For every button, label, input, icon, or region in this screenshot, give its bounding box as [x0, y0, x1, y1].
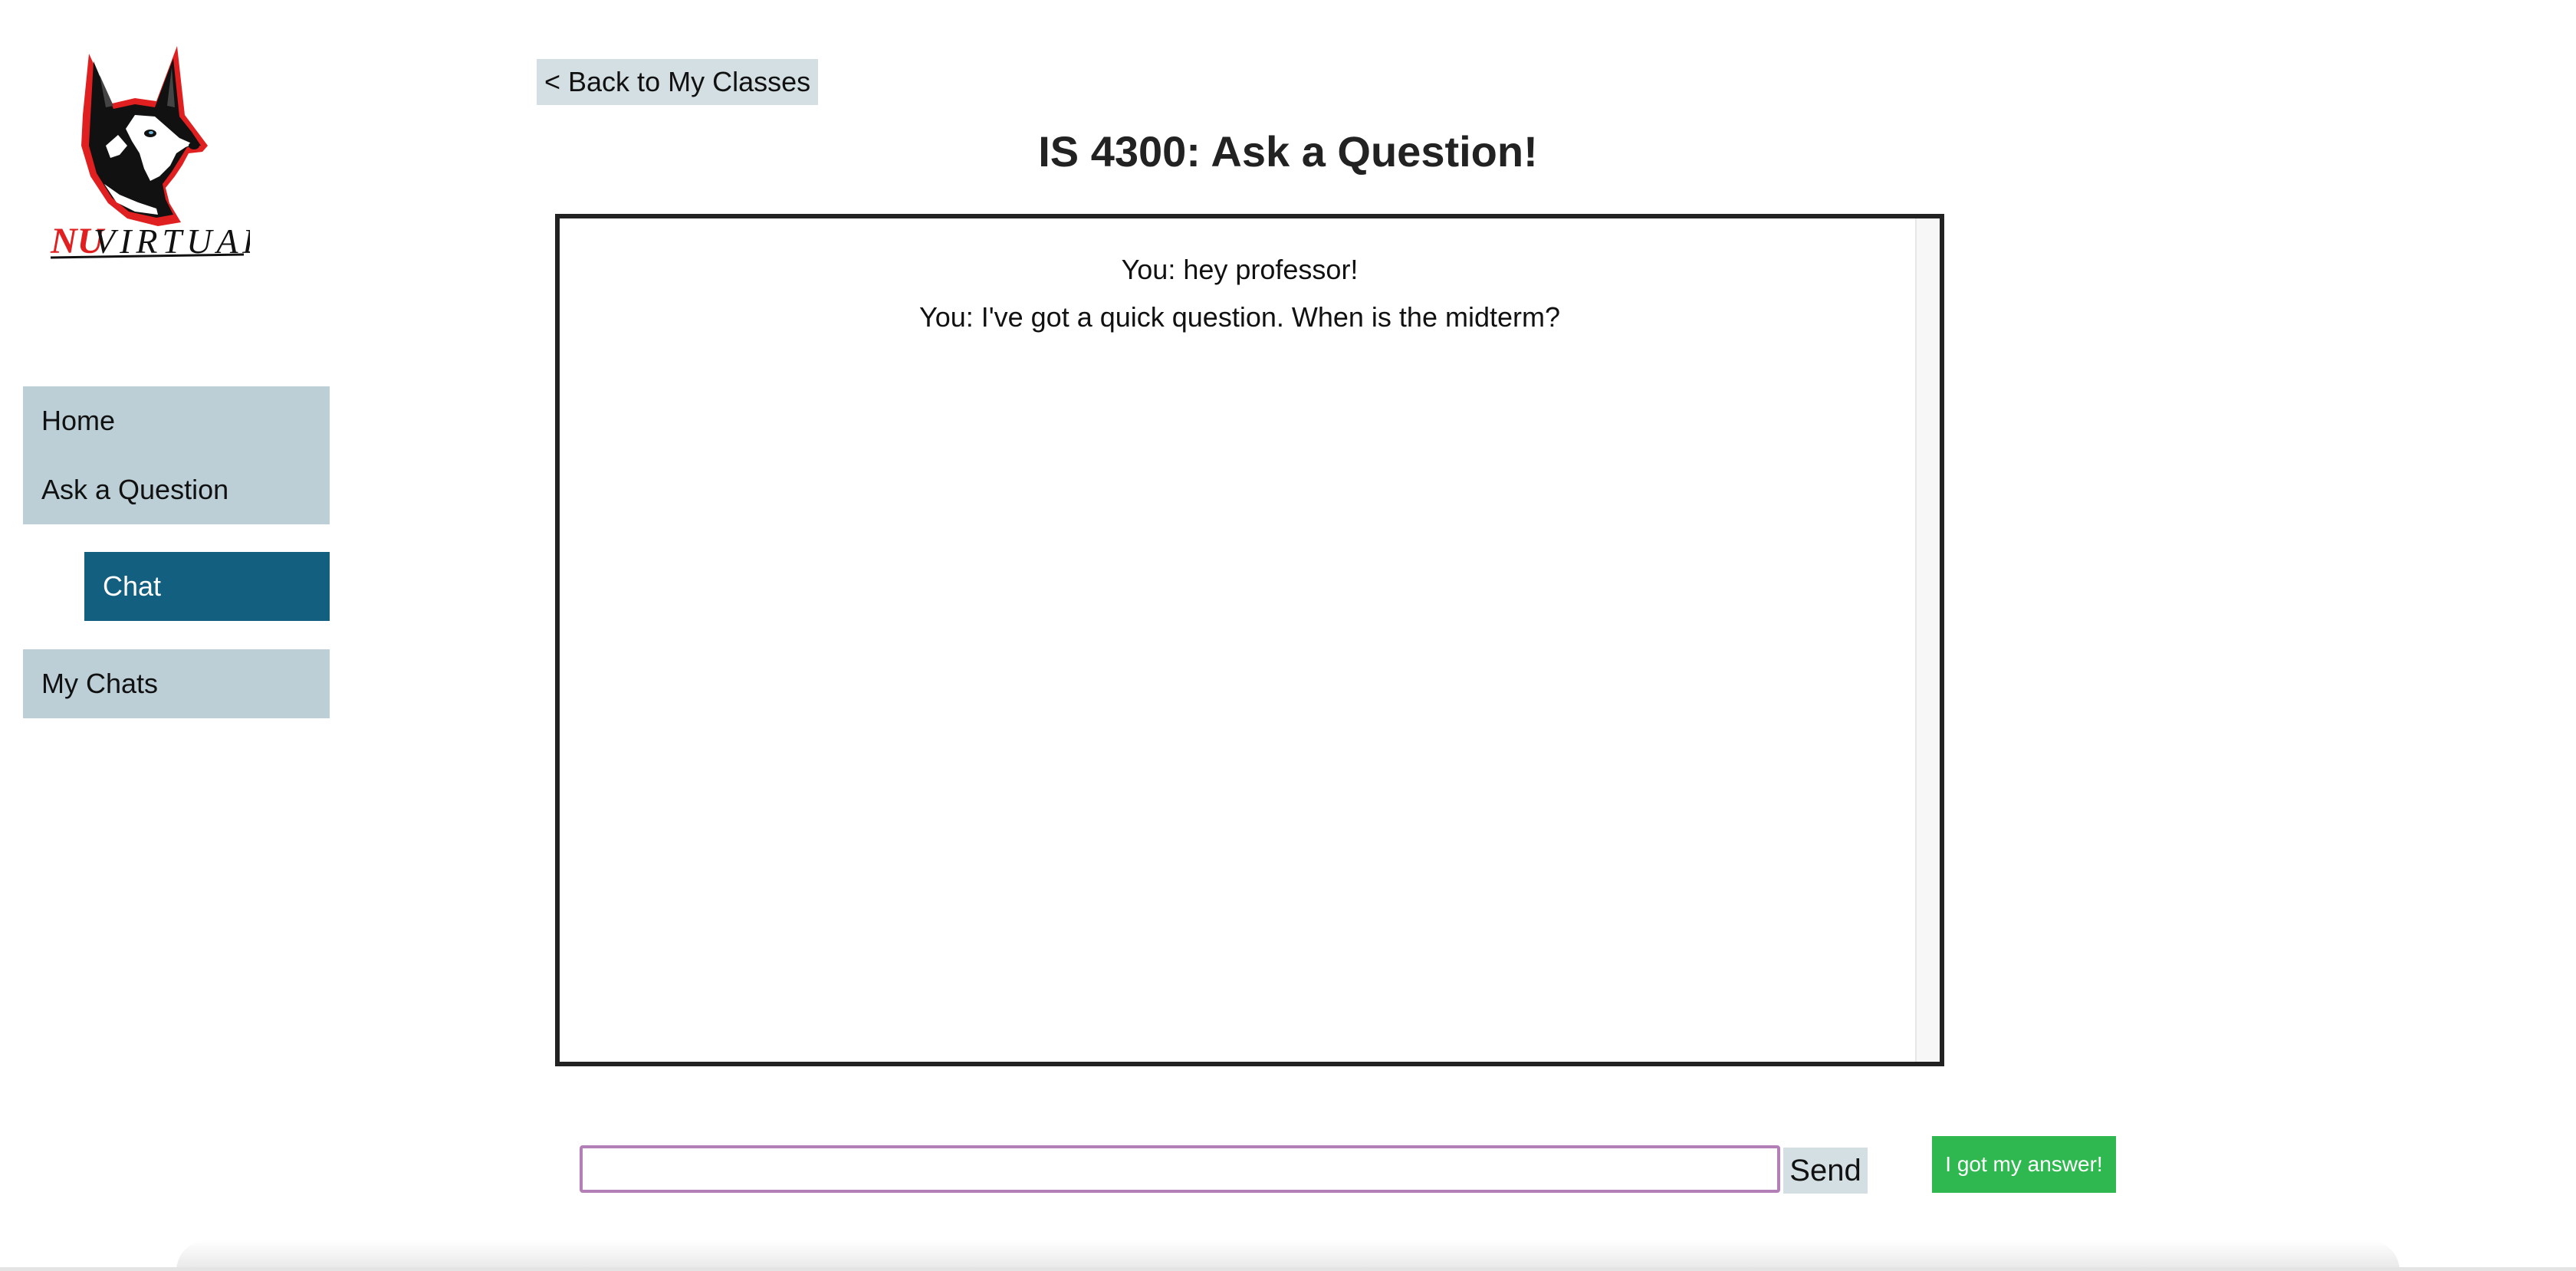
sidebar-item-my-chats[interactable]: My Chats: [23, 649, 330, 718]
sidebar-group-chats: My Chats: [23, 649, 330, 718]
chat-message: You: I've got a quick question. When is …: [919, 301, 1560, 333]
chat-scrollbar[interactable]: [1915, 218, 1940, 1062]
chat-message-list: You: hey professor! You: I've got a quic…: [560, 218, 1920, 1062]
page-bottom-edge: [0, 1267, 2576, 1271]
send-button[interactable]: Send: [1783, 1148, 1868, 1194]
app-page: NU VIRTUAL Home Ask a Question Chat My C…: [0, 0, 2576, 1271]
page-bottom-shadow: [176, 1240, 2400, 1271]
sidebar-item-chat[interactable]: Chat: [84, 552, 330, 621]
sidebar-group-main: Home Ask a Question: [23, 386, 330, 524]
page-title-wrapper: IS 4300: Ask a Question!: [0, 126, 2576, 176]
chat-window[interactable]: You: hey professor! You: I've got a quic…: [555, 214, 1944, 1066]
chat-message: You: hey professor!: [1121, 254, 1359, 285]
got-my-answer-button[interactable]: I got my answer!: [1932, 1136, 2116, 1193]
sidebar-item-ask-a-question[interactable]: Ask a Question: [23, 455, 330, 524]
sidebar-item-home[interactable]: Home: [23, 386, 330, 455]
back-to-classes-button[interactable]: < Back to My Classes: [537, 59, 819, 105]
page-title: IS 4300: Ask a Question!: [1038, 127, 1538, 176]
message-input[interactable]: [580, 1145, 1780, 1193]
